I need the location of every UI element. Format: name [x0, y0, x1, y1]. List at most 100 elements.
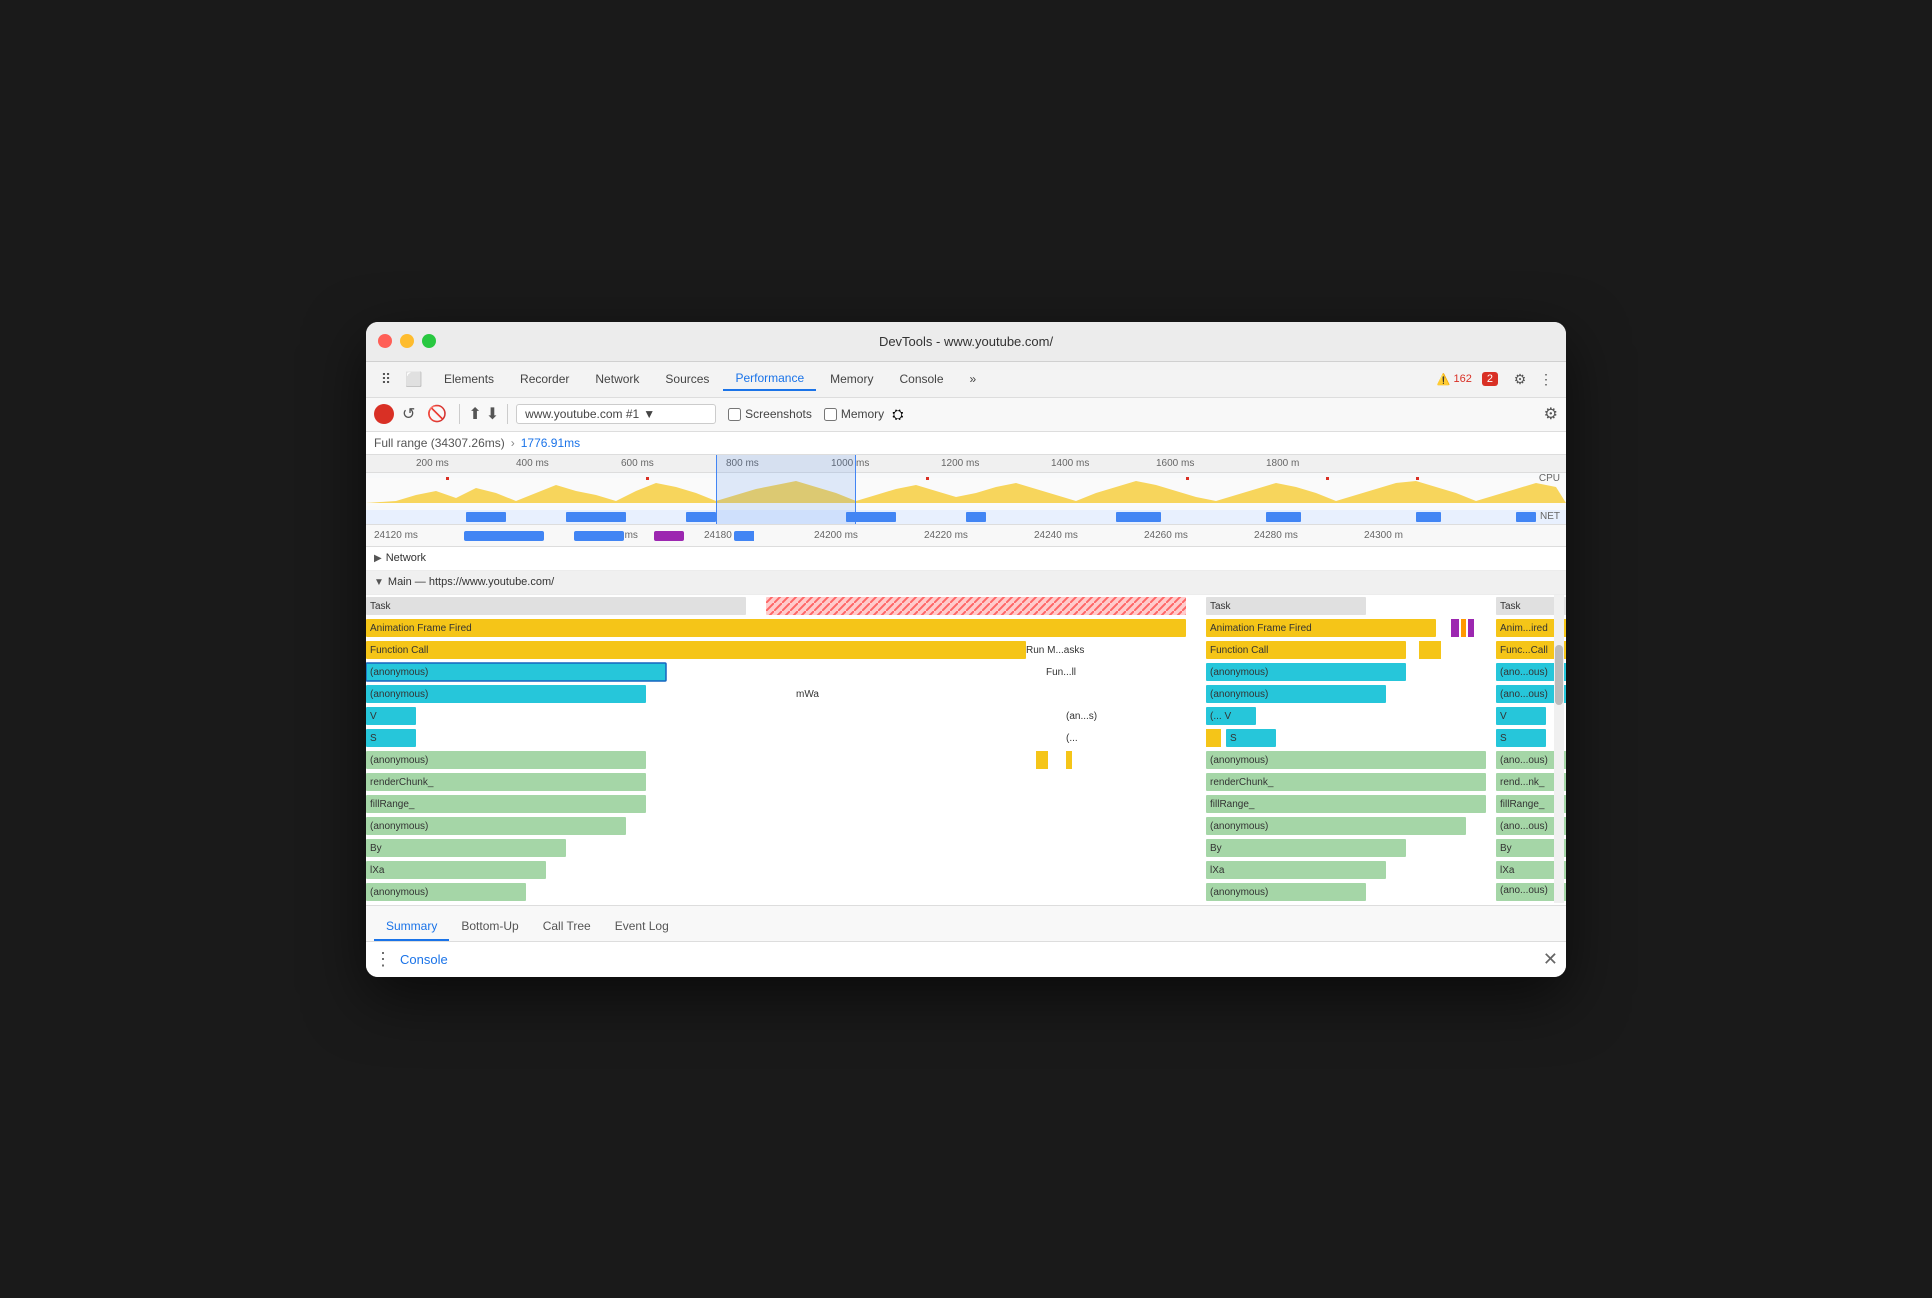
- close-button[interactable]: [378, 334, 392, 348]
- separator2: [507, 404, 508, 424]
- titlebar: DevTools - www.youtube.com/: [366, 322, 1566, 362]
- tab-performance[interactable]: Performance: [723, 367, 816, 391]
- svg-text:Anim...ired: Anim...ired: [1500, 623, 1548, 634]
- svg-text:By: By: [370, 843, 382, 854]
- svg-text:S: S: [1230, 733, 1237, 744]
- minimize-button[interactable]: [400, 334, 414, 348]
- tab-more[interactable]: »: [958, 368, 989, 390]
- svg-text:Function Call: Function Call: [1210, 645, 1268, 656]
- tab-bottom-up[interactable]: Bottom-Up: [449, 913, 530, 941]
- tab-elements[interactable]: Elements: [432, 368, 506, 390]
- net-chart: [366, 510, 1566, 524]
- svg-text:Fun...ll: Fun...ll: [1046, 667, 1076, 678]
- svg-text:Task: Task: [370, 601, 392, 612]
- tab-console[interactable]: Console: [887, 368, 955, 390]
- ruler-mark-8: 24280 ms: [1254, 530, 1298, 541]
- inspector-icon[interactable]: ⬜: [402, 367, 426, 391]
- error-badge: 2: [1482, 372, 1498, 386]
- svg-text:(anonymous): (anonymous): [1210, 887, 1268, 898]
- svg-text:renderChunk_: renderChunk_: [370, 777, 434, 788]
- collapse-main-icon[interactable]: ▼: [374, 577, 384, 588]
- svg-text:By: By: [1500, 843, 1512, 854]
- console-tab-label[interactable]: Console: [400, 952, 448, 967]
- overview-mark-600: 600 ms: [621, 458, 654, 469]
- reload-icon[interactable]: ↺: [398, 402, 419, 426]
- svg-text:mWa: mWa: [796, 689, 819, 700]
- upload-icon[interactable]: ⬆: [468, 404, 481, 424]
- svg-text:(ano...ous): (ano...ous): [1500, 821, 1548, 832]
- flame-chart-container[interactable]: Task Task Task Animation Frame Fired Ani…: [366, 595, 1566, 905]
- screenshots-checkbox[interactable]: Screenshots: [728, 407, 812, 421]
- tab-call-tree[interactable]: Call Tree: [531, 913, 603, 941]
- svg-text:(ano...ous): (ano...ous): [1500, 689, 1548, 700]
- download-icon[interactable]: ⬇: [486, 404, 499, 424]
- url-selector[interactable]: www.youtube.com #1 ▼: [516, 404, 716, 424]
- error-count: 2: [1487, 373, 1493, 385]
- svg-text:lXa: lXa: [1210, 865, 1225, 876]
- close-console-icon[interactable]: ✕: [1543, 949, 1558, 970]
- more-options-icon[interactable]: ⋮: [1534, 367, 1558, 391]
- network-track-row[interactable]: ▶ Network: [366, 547, 1566, 571]
- cpu-chart: [366, 473, 1566, 507]
- overview-mark-200: 200 ms: [416, 458, 449, 469]
- range-bar: Full range (34307.26ms) › 1776.91ms: [366, 432, 1566, 455]
- screenshots-check-input[interactable]: [728, 408, 741, 421]
- memory-check-input[interactable]: [824, 408, 837, 421]
- expand-network-icon[interactable]: ▶: [374, 553, 382, 564]
- tab-event-log[interactable]: Event Log: [603, 913, 681, 941]
- capture-settings-icon[interactable]: ⛭: [892, 406, 903, 423]
- ruler-mark-5: 24220 ms: [924, 530, 968, 541]
- separator: [459, 404, 460, 424]
- settings-icon[interactable]: ⚙: [1508, 367, 1532, 391]
- svg-text:(...: (...: [1066, 733, 1078, 744]
- tab-memory[interactable]: Memory: [818, 368, 885, 390]
- tab-sources[interactable]: Sources: [653, 368, 721, 390]
- svg-text:V: V: [1500, 711, 1507, 722]
- svg-text:(anonymous): (anonymous): [370, 755, 428, 766]
- warning-badge: ⚠️ 162: [1437, 373, 1472, 386]
- svg-text:(ano...ous): (ano...ous): [1500, 885, 1548, 896]
- memory-label: Memory: [841, 407, 884, 421]
- svg-text:(anonymous): (anonymous): [1210, 755, 1268, 766]
- warning-icon: ⚠️: [1437, 373, 1451, 386]
- main-trace[interactable]: 24120 ms 24140 ms 24160 ms 24180 ms 2420…: [366, 525, 1566, 905]
- svg-text:fillRange_: fillRange_: [370, 799, 415, 810]
- ruler-mark-4: 24200 ms: [814, 530, 858, 541]
- warning-count: 162: [1454, 373, 1472, 385]
- timeline-overview[interactable]: 200 ms 400 ms 600 ms 800 ms 1000 ms 1200…: [366, 455, 1566, 525]
- clear-icon[interactable]: 🚫: [423, 402, 451, 426]
- record-button[interactable]: [374, 404, 394, 424]
- gear-icon[interactable]: ⚙: [1544, 404, 1558, 424]
- tab-summary[interactable]: Summary: [374, 913, 449, 941]
- overview-mark-1400: 1400 ms: [1051, 458, 1089, 469]
- svg-text:Task: Task: [1500, 601, 1522, 612]
- svg-text:Run M...asks: Run M...asks: [1026, 645, 1084, 656]
- ruler-mark-0: 24120 ms: [374, 530, 418, 541]
- svg-text:By: By: [1210, 843, 1222, 854]
- maximize-button[interactable]: [422, 334, 436, 348]
- svg-text:fillRange_: fillRange_: [1210, 799, 1255, 810]
- svg-text:lXa: lXa: [1500, 865, 1515, 876]
- window-title: DevTools - www.youtube.com/: [879, 334, 1053, 349]
- cursor-icon[interactable]: ⠿: [374, 367, 398, 391]
- timeline-selection[interactable]: [716, 455, 856, 524]
- console-bar: ⋮ Console ✕: [366, 941, 1566, 977]
- svg-text:S: S: [370, 733, 377, 744]
- range-arrow-icon: ›: [511, 436, 515, 450]
- network-track-label: Network: [386, 552, 426, 564]
- console-more-icon[interactable]: ⋮: [374, 949, 392, 970]
- svg-text:(ano...ous): (ano...ous): [1500, 667, 1548, 678]
- tab-network[interactable]: Network: [583, 368, 651, 390]
- svg-text:(anonymous): (anonymous): [1210, 689, 1268, 700]
- svg-text:fillRange_: fillRange_: [1500, 799, 1545, 810]
- cpu-label: CPU: [1539, 473, 1560, 484]
- tab-recorder[interactable]: Recorder: [508, 368, 581, 390]
- overview-mark-1200: 1200 ms: [941, 458, 979, 469]
- overview-mark-1600: 1600 ms: [1156, 458, 1194, 469]
- flame-chart-svg[interactable]: Task Task Task Animation Frame Fired Ani…: [366, 595, 1566, 903]
- main-thread-header[interactable]: ▼ Main — https://www.youtube.com/: [366, 571, 1566, 595]
- svg-text:Func...Call: Func...Call: [1500, 645, 1548, 656]
- svg-text:(anonymous): (anonymous): [370, 689, 428, 700]
- selected-range-value: 1776.91ms: [521, 436, 580, 450]
- memory-checkbox[interactable]: Memory: [824, 407, 884, 421]
